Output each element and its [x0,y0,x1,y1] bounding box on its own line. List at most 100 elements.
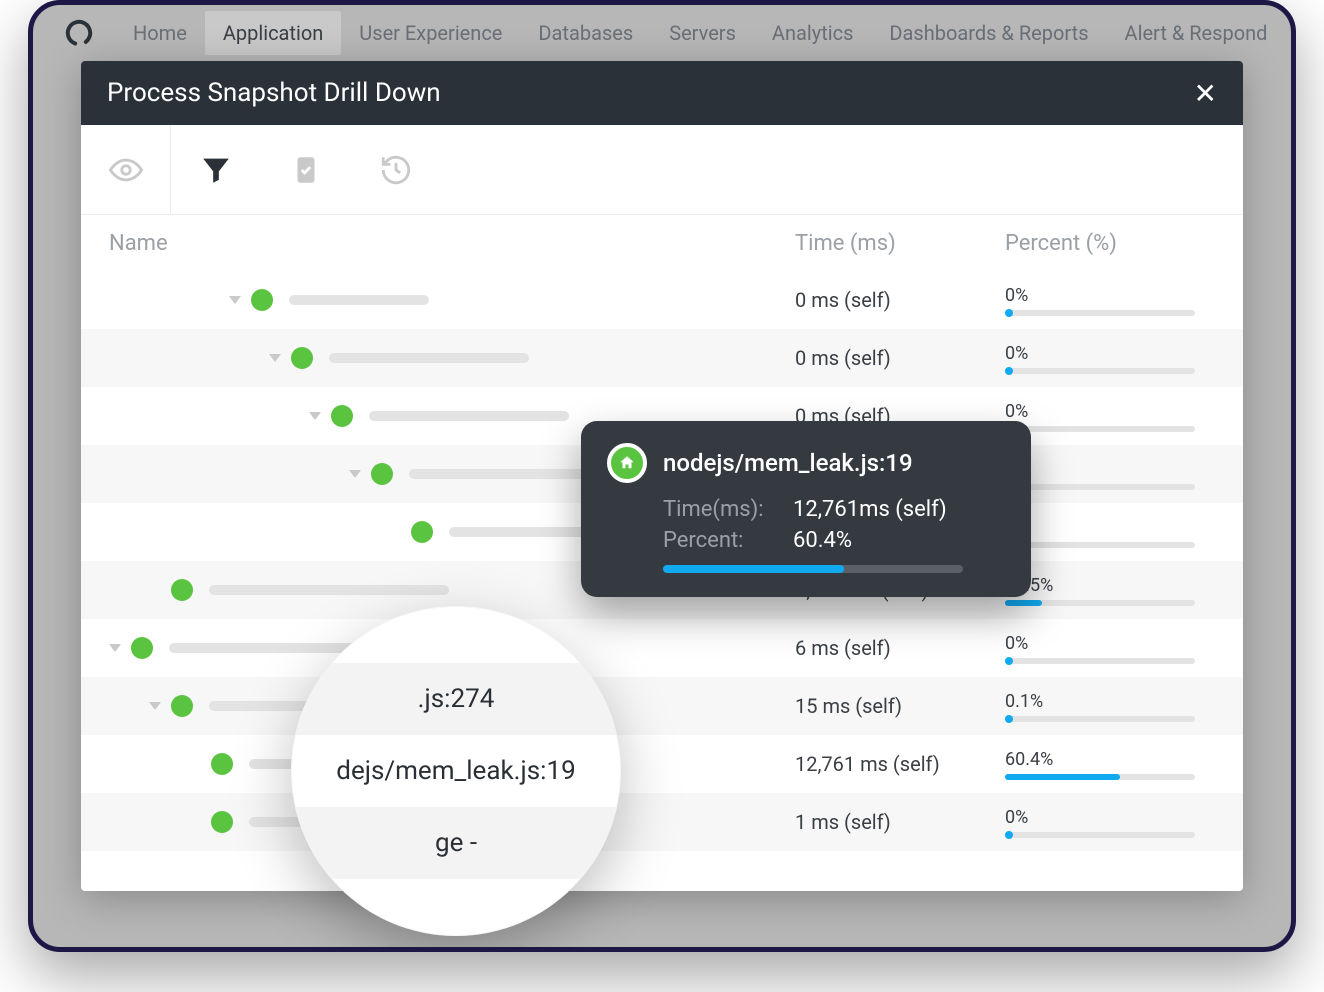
name-placeholder [209,585,449,595]
tree-row[interactable]: 0 ms (self)0% [81,329,1243,387]
percent-value: 19.5% [1005,575,1215,596]
nav-item[interactable]: Analytics [754,11,872,55]
percent-value: 0% [1005,459,1215,480]
history-icon[interactable] [351,125,441,215]
tree-row-name [81,347,795,369]
percent-value: 0% [1005,343,1215,364]
top-nav: HomeApplicationUser ExperienceDatabasesS… [33,5,1291,61]
hover-tooltip: nodejs/mem_leak.js:19 Time(ms): 12,761ms… [581,421,1031,597]
filter-icon[interactable] [171,125,261,215]
tooltip-percent-bar [663,565,963,573]
status-dot-icon [371,463,393,485]
percent-bar [1005,310,1195,316]
percent-value: 0.1% [1005,691,1215,712]
name-placeholder [369,411,569,421]
tooltip-percent-label: Percent: [663,528,793,553]
percent-cell: 19.5% [1005,575,1215,606]
time-value: 6 ms (self) [795,636,1005,660]
percent-bar [1005,368,1195,374]
percent-cell: 0% [1005,285,1215,316]
percent-bar [1005,426,1195,432]
percent-cell: 0% [1005,807,1215,838]
status-dot-icon [331,405,353,427]
magnifier-line: .js:274 [291,663,621,735]
status-dot-icon [171,579,193,601]
percent-value: 0% [1005,633,1215,654]
column-headers: Name Time (ms) Percent (%) [81,215,1243,271]
percent-cell: 0% [1005,401,1215,432]
nav-item[interactable]: Dashboards & Reports [871,11,1106,55]
visibility-icon[interactable] [81,125,171,215]
percent-cell: 0.1% [1005,691,1215,722]
status-dot-icon [291,347,313,369]
column-percent[interactable]: Percent (%) [1005,231,1215,256]
percent-value: 0% [1005,285,1215,306]
expand-caret-icon[interactable] [229,296,241,304]
name-placeholder [329,353,529,363]
process-snapshot-modal: Process Snapshot Drill Down ✕ Name [81,61,1243,891]
nav-item[interactable]: User Experience [341,11,520,55]
magnifier-lens: .js:274 dejs/mem_leak.js:19 ge - [291,606,621,936]
percent-cell: 0% [1005,343,1215,374]
percent-cell: 0% [1005,517,1215,548]
tooltip-percent-value: 60.4% [793,528,852,553]
status-dot-icon [411,521,433,543]
tree-row[interactable]: 1 ms (self)0% [81,793,1243,851]
nav-item[interactable]: Servers [651,11,754,55]
time-value: 12,761 ms (self) [795,752,1005,776]
magnifier-line: dejs/mem_leak.js:19 [291,735,621,807]
percent-bar [1005,542,1195,548]
percent-value: 0% [1005,401,1215,422]
expand-caret-icon[interactable] [309,412,321,420]
close-icon[interactable]: ✕ [1194,77,1217,110]
percent-value: 0% [1005,517,1215,538]
tree-row[interactable]: 0 ms (self)0% [81,271,1243,329]
percent-bar [1005,600,1195,606]
nav-item[interactable]: Alert & Respond [1107,11,1286,55]
time-value: 15 ms (self) [795,694,1005,718]
magnifier-line: ge - [291,807,621,879]
clipboard-check-icon[interactable] [261,125,351,215]
expand-caret-icon[interactable] [349,470,361,478]
tree-row[interactable]: 15 ms (self)0.1% [81,677,1243,735]
app-window: HomeApplicationUser ExperienceDatabasesS… [28,0,1296,952]
percent-bar [1005,774,1195,780]
percent-value: 0% [1005,807,1215,828]
tree-row-name [81,289,795,311]
column-time[interactable]: Time (ms) [795,231,1005,256]
tree-row[interactable]: 12,761 ms (self)60.4% [81,735,1243,793]
modal-header: Process Snapshot Drill Down ✕ [81,61,1243,125]
percent-cell: 60.4% [1005,749,1215,780]
percent-cell: 0% [1005,633,1215,664]
tooltip-title: nodejs/mem_leak.js:19 [663,449,913,477]
tree-row[interactable]: 6 ms (self)0% [81,619,1243,677]
modal-toolbar [81,125,1243,215]
tooltip-time-label: Time(ms): [663,497,793,522]
expand-caret-icon[interactable] [149,702,161,710]
status-dot-icon [251,289,273,311]
percent-value: 60.4% [1005,749,1215,770]
nav-item[interactable]: Databases [520,11,651,55]
expand-caret-icon[interactable] [269,354,281,362]
status-dot-icon [171,695,193,717]
time-value: 1 ms (self) [795,810,1005,834]
nav-item[interactable]: Application [205,11,341,55]
status-dot-icon [211,753,233,775]
brand-logo-icon [65,19,93,47]
tooltip-time-value: 12,761ms (self) [793,497,947,522]
home-icon [607,443,647,483]
name-placeholder [289,295,429,305]
name-placeholder [409,469,589,479]
status-dot-icon [131,637,153,659]
percent-bar [1005,832,1195,838]
nav-item[interactable]: Home [115,11,205,55]
percent-bar [1005,484,1195,490]
status-dot-icon [211,811,233,833]
time-value: 0 ms (self) [795,288,1005,312]
percent-bar [1005,716,1195,722]
percent-bar [1005,658,1195,664]
expand-caret-icon[interactable] [109,644,121,652]
modal-title: Process Snapshot Drill Down [107,78,441,108]
column-name[interactable]: Name [81,231,795,256]
time-value: 0 ms (self) [795,346,1005,370]
